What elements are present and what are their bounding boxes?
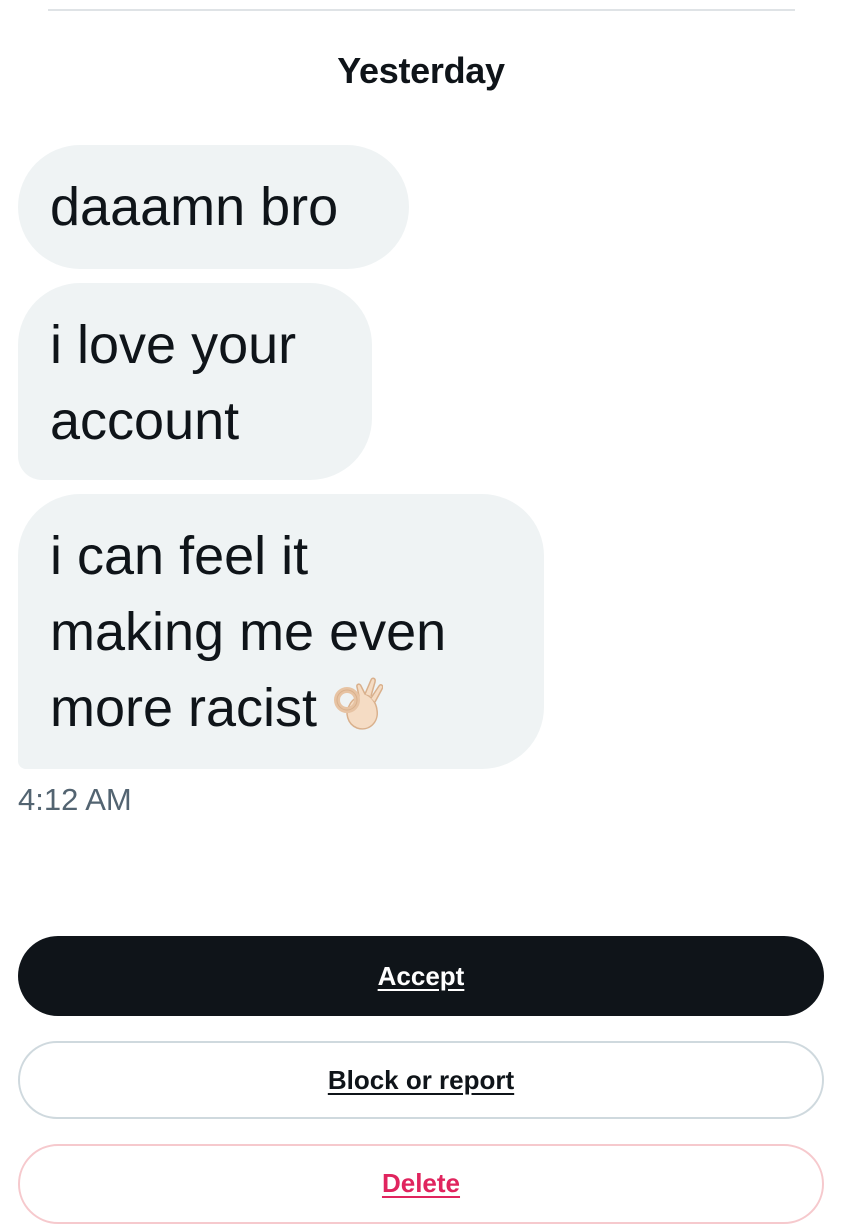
ok-hand-icon — [331, 676, 384, 752]
block-or-report-button[interactable]: Block or report — [18, 1041, 824, 1119]
message-timestamp: 4:12 AM — [18, 782, 132, 817]
delete-button[interactable]: Delete — [18, 1144, 824, 1224]
message-line-with-emoji: more racist — [50, 670, 512, 752]
date-header: Yesterday — [337, 50, 505, 91]
top-divider — [48, 9, 795, 11]
block-or-report-button-label: Block or report — [327, 1064, 515, 1095]
delete-button-label: Delete — [381, 1168, 461, 1198]
message-line: more racist — [50, 678, 318, 738]
message-line: account — [50, 391, 240, 451]
message-line: i can feel it — [50, 526, 309, 586]
message-line: daaamn bro — [50, 177, 339, 237]
accept-button-label: Accept — [377, 960, 465, 991]
accept-button[interactable]: Accept — [18, 936, 824, 1016]
message-bubble: daaamn bro — [18, 145, 409, 269]
message-bubble: i love your account — [18, 283, 372, 480]
message-line: i love your — [50, 315, 297, 375]
message-bubble: i can feel it making me even more racist — [18, 494, 544, 769]
message-line: making me even — [50, 602, 447, 662]
